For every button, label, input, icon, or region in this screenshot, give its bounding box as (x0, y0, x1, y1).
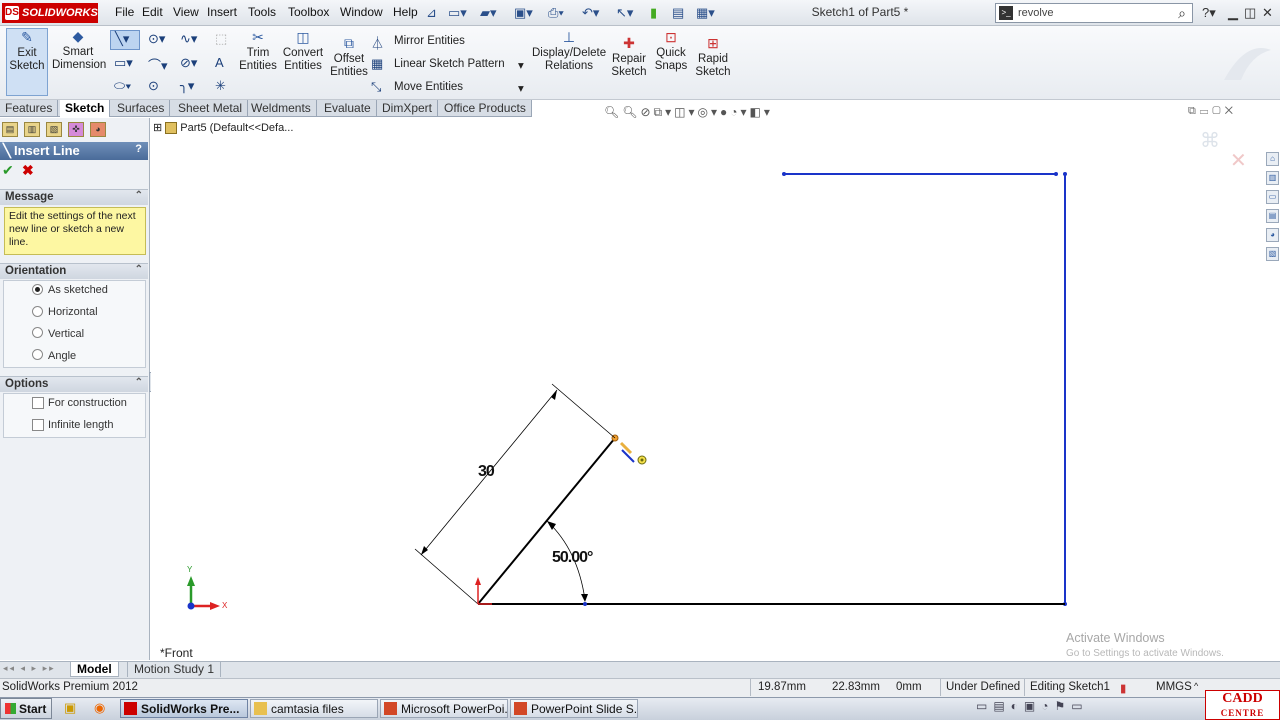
status-divider (750, 679, 751, 696)
firefox-icon[interactable]: ◉ (94, 700, 105, 716)
sketch-point[interactable] (583, 602, 587, 606)
origin-y-arrowhead (475, 577, 481, 585)
status-y-coordinate: 22.83mm (832, 681, 880, 693)
solidworks-task-icon (124, 702, 137, 715)
task-label: PowerPoint Slide S... (531, 702, 638, 716)
task-powerpoint-slideshow[interactable]: PowerPoint Slide S... (510, 699, 638, 718)
triad-x-arrowhead (210, 602, 220, 610)
status-divider (940, 679, 941, 696)
triad-y-label: Y (187, 565, 193, 574)
cadd-centre-logo: CADD CENTRE (1205, 690, 1280, 720)
task-solidworks[interactable]: SolidWorks Pre... (120, 699, 248, 718)
sketch-point[interactable] (1063, 172, 1067, 176)
folder-icon (254, 702, 267, 715)
length-dimension-value[interactable]: 30 (478, 463, 495, 481)
tab-motion-study-1[interactable]: Motion Study 1 (127, 662, 222, 677)
dimension-arrowhead (581, 594, 588, 602)
powerpoint-icon (514, 702, 527, 715)
task-label: camtasia files (271, 702, 344, 716)
sketch-canvas[interactable] (0, 0, 1280, 720)
task-label: Microsoft PowerPoi... (401, 702, 508, 716)
status-divider (1024, 679, 1025, 696)
activate-windows-subtitle: Go to Settings to activate Windows. (1066, 648, 1224, 659)
task-label: SolidWorks Pre... (141, 702, 240, 716)
start-button[interactable]: Start (0, 698, 52, 719)
status-mode: Editing Sketch1 (1030, 681, 1110, 693)
show-desktop-icon[interactable]: ▣ (64, 700, 76, 716)
view-orientation-label: *Front (160, 646, 193, 660)
tab-model[interactable]: Model (70, 662, 119, 677)
triad-origin (187, 602, 195, 610)
task-camtasia-files[interactable]: camtasia files (250, 699, 378, 718)
units-dropdown-icon[interactable]: ^ (1194, 681, 1198, 691)
triad-y-arrowhead (187, 576, 195, 586)
powerpoint-icon (384, 702, 397, 715)
task-powerpoint[interactable]: Microsoft PowerPoi... (380, 699, 508, 718)
rebuild-status-icon[interactable]: ▮ (1120, 681, 1126, 695)
coincident-snap-center (640, 458, 644, 462)
sketch-line-angled[interactable] (477, 437, 616, 605)
cadd-brand: CADD (1222, 691, 1263, 706)
dimension-arrowhead (551, 390, 557, 400)
units-selector[interactable]: MMGS (1156, 681, 1192, 693)
cadd-brand-sub: CENTRE (1220, 708, 1265, 718)
system-tray-icons[interactable]: ▭▤◐▣◔⚑▭ (976, 699, 1089, 713)
dimension-extension-line (551, 383, 616, 439)
sketch-point[interactable] (1054, 172, 1058, 176)
triad-x-label: X (222, 601, 228, 610)
status-x-coordinate: 19.87mm (758, 681, 806, 693)
dimension-extension-line (414, 548, 479, 605)
status-product: SolidWorks Premium 2012 (2, 681, 138, 693)
tab-scroll-arrows-icon[interactable]: ◂◂ ◂ ▸ ▸▸ (3, 663, 56, 674)
sketch-point[interactable] (782, 172, 786, 176)
status-sketch-definition: Under Defined (946, 681, 1021, 693)
activate-windows-title: Activate Windows (1066, 631, 1165, 645)
status-z-coordinate: 0mm (896, 681, 922, 693)
angle-dimension-value[interactable]: 50.00° (552, 549, 593, 567)
